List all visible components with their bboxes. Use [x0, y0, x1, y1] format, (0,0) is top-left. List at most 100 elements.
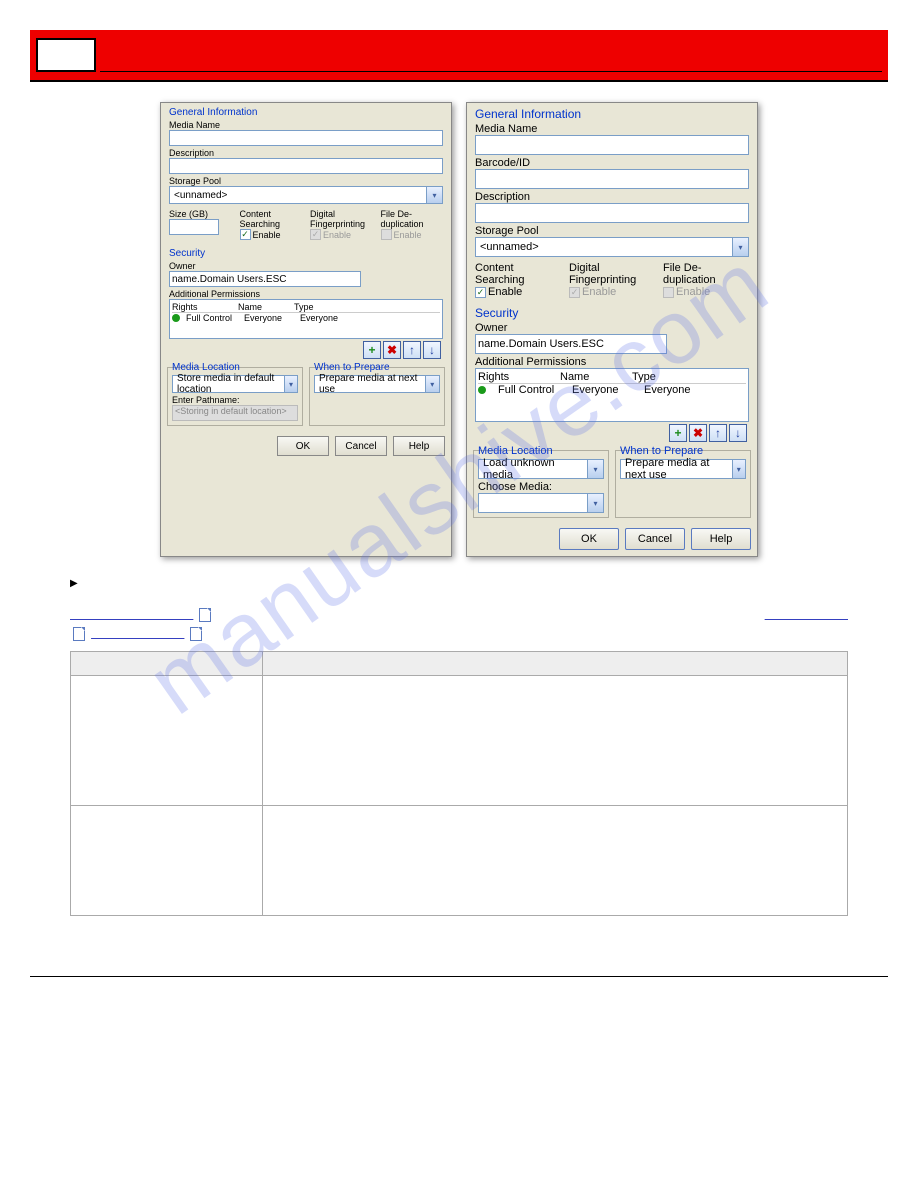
content-searching-checkbox[interactable]: ✓ Enable: [475, 286, 561, 298]
media-name-input[interactable]: [169, 130, 443, 146]
down-icon[interactable]: ↓: [423, 341, 441, 359]
col-type: Type: [632, 371, 656, 383]
add-icon[interactable]: +: [669, 424, 687, 442]
perm-rights-value: Full Control: [186, 313, 238, 323]
footer-rule: [30, 976, 888, 977]
content-searching-label: Content Searching: [240, 209, 303, 229]
right-link[interactable]: [765, 607, 848, 621]
dropdown-icon: ▾: [587, 494, 603, 512]
owner-input[interactable]: [475, 334, 667, 354]
storage-pool-select[interactable]: <unnamed> ▾: [169, 186, 443, 204]
note-bullet: [70, 577, 848, 607]
choose-media-label: Choose Media:: [478, 481, 604, 493]
file-dedup-checkbox: Enable: [663, 286, 749, 298]
perm-name-value: Everyone: [572, 384, 632, 396]
up-icon[interactable]: ↑: [403, 341, 421, 359]
perm-type-value: Everyone: [300, 313, 338, 323]
remove-icon[interactable]: ✖: [383, 341, 401, 359]
media-location-select[interactable]: Load unknown media ▾: [478, 459, 604, 479]
barcode-input[interactable]: [475, 169, 749, 189]
owner-label: Owner: [169, 261, 443, 271]
when-prepare-select[interactable]: Prepare media at next use ▾: [314, 375, 440, 393]
when-prepare-select[interactable]: Prepare media at next use ▾: [620, 459, 746, 479]
enter-pathname-label: Enter Pathname:: [172, 395, 298, 405]
table-header-1: [71, 652, 263, 676]
ok-button[interactable]: OK: [277, 436, 329, 456]
media-location-select[interactable]: Store media in default location ▾: [172, 375, 298, 393]
description-table: [70, 651, 848, 916]
checkbox-disabled-icon: [663, 287, 674, 298]
checkbox-disabled-icon: ✓: [569, 287, 580, 298]
size-label: Size (GB): [169, 209, 232, 219]
permissions-list[interactable]: Rights Name Type Full Control Everyone E…: [169, 299, 443, 339]
digital-fingerprint-checkbox: ✓ Enable: [569, 286, 655, 298]
media-location-title: Media Location: [478, 445, 604, 457]
add-icon[interactable]: +: [363, 341, 381, 359]
storage-pool-label: Storage Pool: [169, 176, 443, 186]
checkbox-icon: ✓: [240, 229, 251, 240]
document-icon: [73, 627, 85, 641]
size-input[interactable]: [169, 219, 219, 235]
col-type: Type: [294, 302, 314, 312]
storage-pool-select[interactable]: <unnamed> ▾: [475, 237, 749, 257]
cancel-button[interactable]: Cancel: [335, 436, 387, 456]
new-media-dialog-right: General Information Media Name Barcode/I…: [466, 102, 758, 557]
media-location-value: Load unknown media: [483, 457, 587, 481]
enable-label: Enable: [488, 286, 522, 298]
document-icon: [190, 627, 202, 641]
table-row: [71, 676, 848, 806]
when-prepare-title: When to Prepare: [620, 445, 746, 457]
owner-input[interactable]: [169, 271, 361, 287]
col-rights: Rights: [172, 302, 232, 312]
storage-pool-label: Storage Pool: [475, 225, 749, 237]
table-header-2: [263, 652, 848, 676]
down-icon[interactable]: ↓: [729, 424, 747, 442]
dropdown-icon: ▾: [426, 187, 442, 203]
enable-label-dis2: Enable: [394, 230, 422, 240]
media-name-input[interactable]: [475, 135, 749, 155]
media-location-fieldset: Media Location Store media in default lo…: [167, 367, 303, 426]
owner-label: Owner: [475, 322, 749, 334]
content-searching-checkbox[interactable]: ✓ Enable: [240, 229, 303, 240]
file-dedup-label: File De-duplication: [663, 262, 749, 286]
dialog-area: General Information Media Name Descripti…: [30, 102, 888, 557]
when-prepare-value: Prepare media at next use: [319, 373, 425, 395]
new-media-dialog-left: General Information Media Name Descripti…: [160, 102, 452, 557]
description-input[interactable]: [169, 158, 443, 174]
document-icon: [199, 608, 211, 622]
ok-button[interactable]: OK: [559, 528, 619, 550]
dropdown-icon: ▾: [587, 460, 603, 478]
section-security: Security: [169, 248, 443, 259]
when-prepare-title: When to Prepare: [314, 362, 440, 373]
pathname-input-disabled: <Storing in default location>: [172, 405, 298, 421]
notes-region: [70, 577, 848, 916]
checkbox-disabled-icon: ✓: [310, 229, 321, 240]
permission-toolbar: + ✖ ↑ ↓: [169, 341, 443, 359]
enable-label: Enable: [253, 230, 281, 240]
cancel-button[interactable]: Cancel: [625, 528, 685, 550]
left-link-2[interactable]: [91, 626, 184, 640]
table-cell: [263, 676, 848, 806]
checkbox-disabled-icon: [381, 229, 392, 240]
help-button[interactable]: Help: [691, 528, 751, 550]
permissions-list[interactable]: Rights Name Type Full Control Everyone E…: [475, 368, 749, 422]
perm-name-value: Everyone: [244, 313, 294, 323]
table-cell: [71, 676, 263, 806]
logo-placeholder: [36, 38, 96, 72]
remove-icon[interactable]: ✖: [689, 424, 707, 442]
digital-fingerprint-label: Digital Fingerprinting: [569, 262, 655, 286]
permission-toolbar: + ✖ ↑ ↓: [475, 424, 749, 442]
file-dedup-label: File De-duplication: [381, 209, 444, 229]
col-name: Name: [560, 371, 620, 383]
choose-media-select[interactable]: ▾: [478, 493, 604, 513]
media-name-label: Media Name: [475, 123, 749, 135]
section-general-info: General Information: [169, 107, 443, 118]
description-input[interactable]: [475, 203, 749, 223]
barcode-label: Barcode/ID: [475, 157, 749, 169]
media-name-label: Media Name: [169, 120, 443, 130]
when-prepare-fieldset: When to Prepare Prepare media at next us…: [309, 367, 445, 426]
help-button[interactable]: Help: [393, 436, 445, 456]
digital-fingerprint-checkbox: ✓ Enable: [310, 229, 373, 240]
up-icon[interactable]: ↑: [709, 424, 727, 442]
left-link-1[interactable]: [70, 607, 193, 621]
